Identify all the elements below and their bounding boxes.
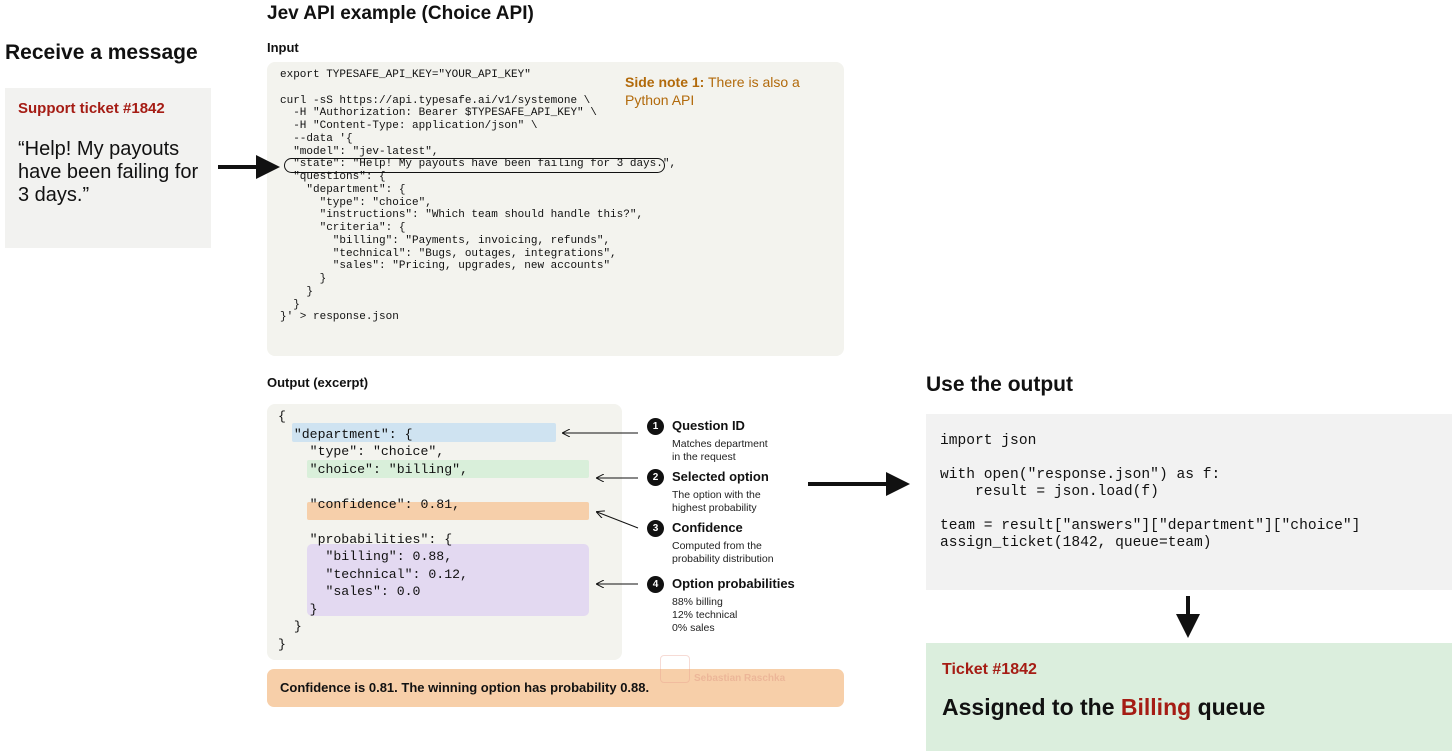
arrows-layer (218, 155, 1200, 638)
callout-3-pointer (597, 512, 639, 529)
